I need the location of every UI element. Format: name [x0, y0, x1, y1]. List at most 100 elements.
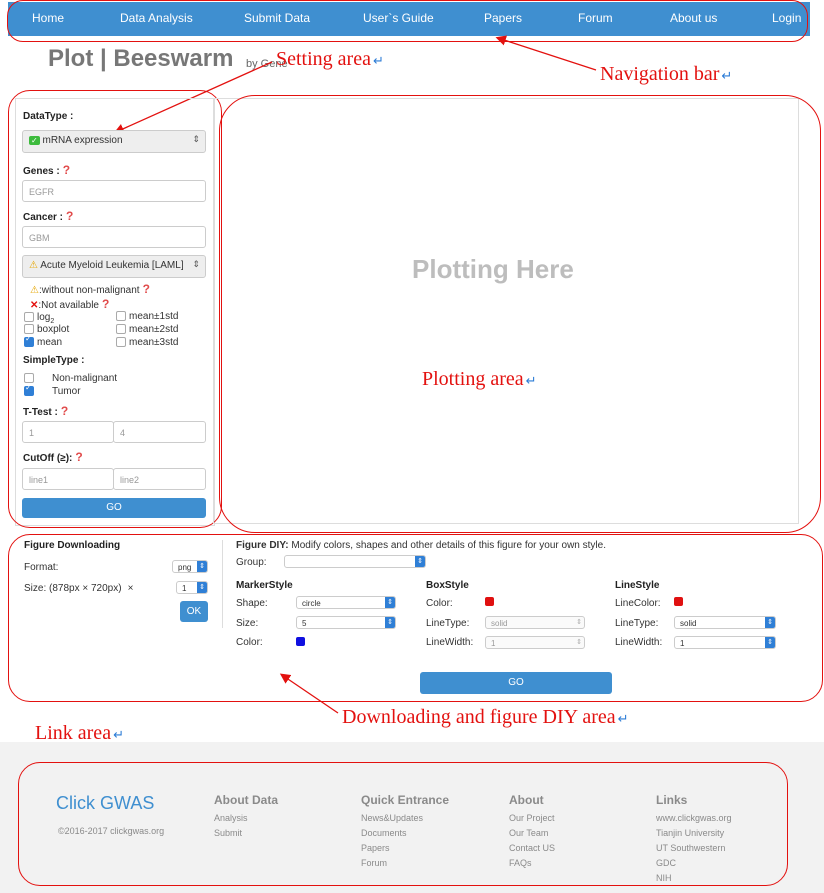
plot-highlight-box	[219, 95, 821, 533]
box-linetype-select[interactable]: solid ⇕	[485, 616, 585, 629]
select-arrow-icon: ⇕	[385, 617, 395, 628]
select-arrow-icon: ⇕	[576, 619, 582, 626]
footer-link-contact[interactable]: Contact US	[509, 843, 555, 853]
footer-about-heading: About	[509, 793, 544, 807]
nonmalignant-checkbox[interactable]	[24, 373, 34, 383]
datatype-label: DataType :	[23, 111, 74, 122]
genes-input[interactable]: EGFR	[22, 180, 206, 202]
help-icon: ?	[62, 163, 71, 177]
line-color-swatch[interactable]	[674, 597, 683, 606]
help-icon: ?	[66, 209, 74, 223]
mean-2std-checkbox[interactable]	[116, 324, 126, 334]
footer-link-analysis[interactable]: Analysis	[214, 813, 248, 823]
download-ok-button[interactable]: OK	[180, 601, 208, 622]
ttest-input-2[interactable]: 4	[113, 421, 206, 443]
select-arrow-icon: ⇕	[197, 582, 207, 593]
help-icon: ?	[60, 404, 69, 418]
line-linewidth-select[interactable]: 1 ⇕	[674, 636, 776, 649]
download-title: Figure Downloading	[24, 540, 121, 551]
size-style-label: Size:	[236, 618, 259, 629]
tumor-checkbox[interactable]	[24, 383, 34, 396]
cutoff-line2-input[interactable]: line2	[113, 468, 206, 490]
marker-color-label: Color:	[236, 637, 263, 648]
mean-checkbox[interactable]	[24, 334, 34, 347]
footer-link-papers[interactable]: Papers	[361, 843, 390, 853]
check-icon: ✓	[29, 136, 40, 145]
tumor-label: Tumor	[52, 386, 81, 397]
cutoff-label: CutOff (≥):?	[23, 450, 83, 464]
mean-2std-label: mean±2std	[129, 324, 179, 335]
footer-link-forum[interactable]: Forum	[361, 858, 387, 868]
cutoff-line1-input[interactable]: line1	[22, 468, 114, 490]
group-select[interactable]: ⇕	[284, 555, 426, 568]
log2-checkbox[interactable]	[24, 312, 34, 322]
boxplot-checkbox[interactable]	[24, 324, 34, 334]
select-arrow-icon: ⇕	[197, 561, 207, 572]
help-icon: ?	[142, 282, 150, 296]
format-select[interactable]: png ⇕	[172, 560, 208, 573]
box-linewidth-label: LineWidth:	[426, 637, 474, 648]
footer-link-submit[interactable]: Submit	[214, 828, 242, 838]
box-color-label: Color:	[426, 598, 453, 609]
footer-links-heading: Links	[656, 793, 688, 807]
box-linewidth-select[interactable]: 1 ⇕	[485, 636, 585, 649]
mean-3std-label: mean±3std	[129, 337, 179, 348]
datatype-select[interactable]: ✓ mRNA expression ⇕	[22, 130, 206, 153]
group-label: Group:	[236, 557, 267, 568]
help-icon: ?	[75, 450, 83, 464]
mean-label: mean	[37, 337, 63, 348]
genes-label: Genes :?	[23, 163, 71, 177]
nonmalignant-label: Non-malignant	[52, 373, 118, 384]
legend-without-nonmalignant: ⚠:without non-malignant?	[30, 282, 150, 296]
mean-3std-checkbox[interactable]	[116, 337, 126, 347]
footer-copyright: ©2016-2017 clickgwas.org	[58, 826, 165, 836]
footer-link-nih[interactable]: NIH	[656, 873, 672, 883]
footer-quick-heading: Quick Entrance	[361, 793, 450, 807]
box-linetype-label: LineType:	[426, 618, 470, 629]
cancer-input[interactable]: GBM	[22, 226, 206, 248]
footer-link-tianjin[interactable]: Tianjin University	[656, 828, 724, 838]
footer-link-gdc[interactable]: GDC	[656, 858, 676, 868]
boxstyle-title: BoxStyle	[426, 580, 469, 591]
footer-link-documents[interactable]: Documents	[361, 828, 407, 838]
footer-link-our-project[interactable]: Our Project	[509, 813, 555, 823]
select-arrow-icon: ⇕	[192, 259, 200, 269]
select-arrow-icon: ⇕	[765, 617, 775, 628]
select-arrow-icon: ⇕	[192, 134, 200, 144]
diy-go-button[interactable]: GO	[420, 672, 612, 694]
footer-link-utsw[interactable]: UT Southwestern	[656, 843, 725, 853]
mean-1std-checkbox[interactable]	[116, 311, 126, 321]
diy-header: Figure DIY: Modify colors, shapes and ot…	[236, 540, 606, 551]
linecolor-label: LineColor:	[615, 598, 661, 609]
cancer-label: Cancer :?	[23, 209, 74, 223]
linestyle-title: LineStyle	[615, 580, 660, 591]
footer-about-data-heading: About Data	[214, 793, 278, 807]
marker-size-select[interactable]: 5 ⇕	[296, 616, 396, 629]
footer-link-news[interactable]: News&Updates	[361, 813, 423, 823]
footer-link-faqs[interactable]: FAQs	[509, 858, 532, 868]
shape-select[interactable]: circle ⇕	[296, 596, 396, 609]
format-label: Format:	[24, 562, 59, 573]
footer-brand[interactable]: Click GWAS	[56, 793, 154, 814]
marker-color-swatch[interactable]	[296, 637, 305, 646]
size-label: Size: (878px × 720px) ×	[24, 583, 134, 594]
ttest-input-1[interactable]: 1	[22, 421, 114, 443]
legend-not-available: ✕:Not available?	[30, 297, 110, 311]
line-linetype-select[interactable]: solid ⇕	[674, 616, 776, 629]
boxplot-label: boxplot	[37, 324, 70, 335]
size-select[interactable]: 1 ⇕	[176, 581, 208, 594]
mean-1std-label: mean±1std	[129, 311, 179, 322]
warning-icon: ⚠	[30, 285, 39, 296]
box-color-swatch[interactable]	[485, 597, 494, 606]
select-arrow-icon: ⇕	[765, 637, 775, 648]
cancer-select[interactable]: ⚠ Acute Myeloid Leukemia [LAML] ⇕	[22, 255, 206, 278]
simpletype-label: SimpleType :	[23, 355, 85, 366]
line-linetype-label: LineType:	[615, 618, 659, 629]
help-icon: ?	[101, 297, 110, 311]
warning-icon: ⚠	[29, 260, 38, 271]
ttest-label: T-Test :?	[23, 404, 69, 418]
plot-placeholder: Plotting Here	[412, 254, 574, 284]
settings-go-button[interactable]: GO	[22, 498, 206, 518]
footer-link-our-team[interactable]: Our Team	[509, 828, 548, 838]
footer-link-clickgwas[interactable]: www.clickgwas.org	[656, 813, 732, 823]
